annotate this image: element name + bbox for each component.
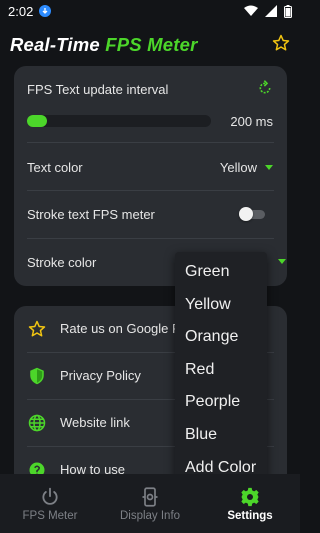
text-color-select[interactable]: Yellow [220,160,273,175]
rate-us-label: Rate us on Google P [60,321,181,336]
globe-icon [28,414,46,432]
nav-display-info-label: Display Info [119,510,181,522]
dropdown-option-green[interactable]: Green [175,256,267,289]
phone-settings-icon [142,487,158,507]
fps-interval-slider[interactable] [27,115,211,127]
divider [27,190,274,191]
chevron-down-icon[interactable] [278,259,286,264]
wifi-icon [244,5,258,16]
shield-icon [30,367,44,385]
stroke-toggle[interactable] [239,207,265,221]
nav-fps-meter-label: FPS Meter [22,510,78,522]
reset-icon[interactable] [257,80,273,96]
status-time: 2:02 [8,3,34,19]
privacy-policy-label: Privacy Policy [60,368,141,383]
favorite-star-icon[interactable] [272,34,290,52]
divider [27,238,274,239]
dropdown-option-purple[interactable]: Peorple [175,386,267,419]
power-icon [42,487,58,505]
divider [27,142,274,143]
title-part-green: FPS Meter [105,34,198,55]
stroke-label: Stroke text FPS meter [27,207,155,222]
slider-fill [27,115,48,127]
gear-icon [241,487,259,507]
nav-fps-meter[interactable]: FPS Meter [0,474,100,533]
nav-settings-label: Settings [227,510,273,522]
bottom-nav: FPS Meter Display Info Settings [0,474,300,533]
title-part-white: Real-Time [10,34,106,55]
star-icon [28,320,46,337]
toggle-knob [239,207,253,221]
download-icon [39,5,52,17]
stroke-color-label: Stroke color [27,255,97,270]
status-bar: 2:02 [0,0,300,22]
text-color-label: Text color [27,160,83,175]
app-bar: Real-Time FPS Meter [0,28,300,62]
page-title: Real-Time FPS Meter [10,34,198,56]
fps-interval-value: 200 ms [230,114,273,129]
text-color-value: Yellow [219,160,257,175]
dropdown-option-yellow[interactable]: Yellow [175,289,267,322]
color-dropdown-menu: Green Yellow Orange Red Peorple Blue Add… [175,252,267,480]
nav-display-info[interactable]: Display Info [100,474,200,533]
dropdown-option-blue[interactable]: Blue [175,419,267,452]
dropdown-option-red[interactable]: Red [175,354,267,387]
nav-settings[interactable]: Settings [200,474,300,533]
dropdown-option-orange[interactable]: Orange [175,321,267,354]
signal-icon [265,5,277,17]
fps-interval-label: FPS Text update interval [27,82,169,97]
website-link-label: Website link [60,415,130,430]
chevron-down-icon [265,165,273,170]
battery-icon [284,4,292,18]
